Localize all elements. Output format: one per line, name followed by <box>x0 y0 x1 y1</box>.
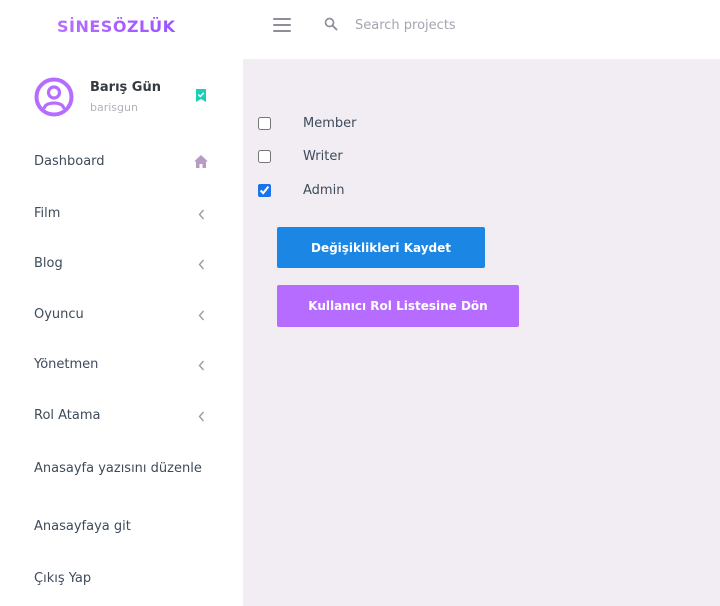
chevron-left-icon <box>198 209 205 220</box>
profile-name: Barış Gün <box>90 80 161 95</box>
sidebar-item-anasayfa-duzenle[interactable]: Anasayfa yazısını düzenle <box>34 455 224 483</box>
sidebar-item-dashboard[interactable]: Dashboard <box>34 148 210 176</box>
sidebar: SİNESÖZLÜK Barış Gün barisgun Dashboard … <box>0 0 243 606</box>
role-option-admin: Admin <box>258 181 458 201</box>
role-checkbox-writer[interactable] <box>258 150 271 163</box>
sidebar-item-label: Rol Atama <box>34 408 101 423</box>
back-to-role-list-button[interactable]: Kullanıcı Rol Listesine Dön <box>277 285 519 327</box>
sidebar-item-label: Dashboard <box>34 154 105 169</box>
sidebar-item-cikis-yap[interactable]: Çıkış Yap <box>34 565 210 593</box>
chevron-left-icon <box>198 259 205 270</box>
sidebar-item-label: Anasayfaya git <box>34 519 131 534</box>
bookmark-check-icon <box>196 89 206 102</box>
home-icon <box>194 155 208 168</box>
top-navbar <box>243 0 720 59</box>
sidebar-item-oyuncu[interactable]: Oyuncu <box>34 301 210 329</box>
sidebar-item-label: Anasayfa yazısını düzenle <box>34 461 202 476</box>
sidebar-item-label: Oyuncu <box>34 307 84 322</box>
menu-toggle-icon[interactable] <box>273 18 291 32</box>
sidebar-item-yonetmen[interactable]: Yönetmen <box>34 351 210 379</box>
role-label: Writer <box>303 149 343 164</box>
profile-username: barisgun <box>90 101 138 114</box>
role-label: Member <box>303 116 357 131</box>
chevron-left-icon <box>198 411 205 422</box>
role-label: Admin <box>303 183 345 198</box>
search-icon <box>324 17 338 31</box>
sidebar-item-film[interactable]: Film <box>34 200 210 228</box>
search-input[interactable] <box>355 13 655 37</box>
chevron-left-icon <box>198 310 205 321</box>
role-checkbox-member[interactable] <box>258 117 271 130</box>
sidebar-item-label: Çıkış Yap <box>34 571 92 586</box>
chevron-left-icon <box>198 360 205 371</box>
sidebar-item-label: Film <box>34 206 61 221</box>
sidebar-item-label: Yönetmen <box>34 357 99 372</box>
sidebar-item-anasayfaya-git[interactable]: Anasayfaya git <box>34 513 210 541</box>
sidebar-item-blog[interactable]: Blog <box>34 250 210 278</box>
avatar-icon <box>34 77 74 117</box>
save-changes-button[interactable]: Değişiklikleri Kaydet <box>277 227 485 268</box>
role-option-writer: Writer <box>258 147 458 167</box>
user-profile[interactable]: Barış Gün barisgun <box>34 77 224 121</box>
app-logo[interactable]: SİNESÖZLÜK <box>57 17 176 36</box>
sidebar-item-label: Blog <box>34 256 63 271</box>
role-checkbox-admin[interactable] <box>258 184 271 197</box>
sidebar-item-rol-atama[interactable]: Rol Atama <box>34 402 210 430</box>
role-option-member: Member <box>258 114 458 134</box>
